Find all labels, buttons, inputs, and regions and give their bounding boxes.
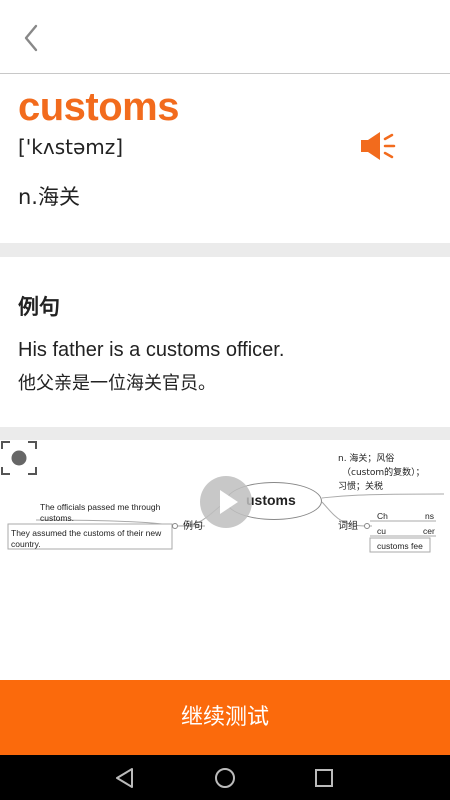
phonetic: ['kʌstəmz]: [18, 135, 124, 159]
mind-map-sentence-1: The officials passed me through customs.: [40, 502, 161, 523]
mind-map-branch-examples: 例句: [183, 521, 203, 532]
nav-home-icon[interactable]: [212, 765, 238, 791]
mind-map[interactable]: n. 海关；风俗 （custom的复数）； 习惯；关税 The official…: [0, 440, 450, 680]
continue-test-button[interactable]: 继续测试: [0, 680, 450, 755]
example-sentence-en: His father is a customs officer.: [18, 339, 285, 361]
back-arrow-icon[interactable]: [18, 22, 46, 54]
mind-map-phrase-2-start: cu: [377, 526, 386, 536]
word-card: customs ['kʌstəmz] n.海关: [0, 75, 450, 243]
mind-map-sentence-2: They assumed the customs of their new co…: [11, 528, 162, 549]
mind-map-meaning: n. 海关；风俗 （custom的复数）； 习惯；关税: [338, 454, 425, 492]
top-bar: [0, 0, 450, 74]
focus-capture-icon[interactable]: [0, 440, 38, 476]
mind-map-phrase-2-end: cer: [423, 526, 435, 536]
section-divider: [0, 243, 450, 257]
mind-map-phrase-3: customs fee: [377, 541, 423, 551]
mind-map-center-label: ustoms: [246, 492, 296, 508]
nav-back-icon[interactable]: [112, 765, 138, 791]
nav-recents-icon[interactable]: [311, 765, 337, 791]
speaker-icon[interactable]: [358, 129, 398, 163]
mind-map-phrase-1-start: Ch: [377, 511, 388, 521]
android-navigation-bar: [0, 755, 450, 800]
mind-map-phrase-1-end: ns: [425, 511, 434, 521]
example-sentence-zh: 他父亲是一位海关官员。: [18, 373, 216, 394]
mind-map-branch-phrases: 词组: [338, 521, 358, 532]
section-divider: [0, 427, 450, 440]
example-card: 例句 His father is a customs officer. 他父亲是…: [0, 257, 450, 427]
example-section-title: 例句: [18, 295, 60, 319]
headword: customs: [18, 85, 180, 129]
play-icon[interactable]: [200, 476, 252, 528]
definition: n.海关: [18, 185, 80, 209]
